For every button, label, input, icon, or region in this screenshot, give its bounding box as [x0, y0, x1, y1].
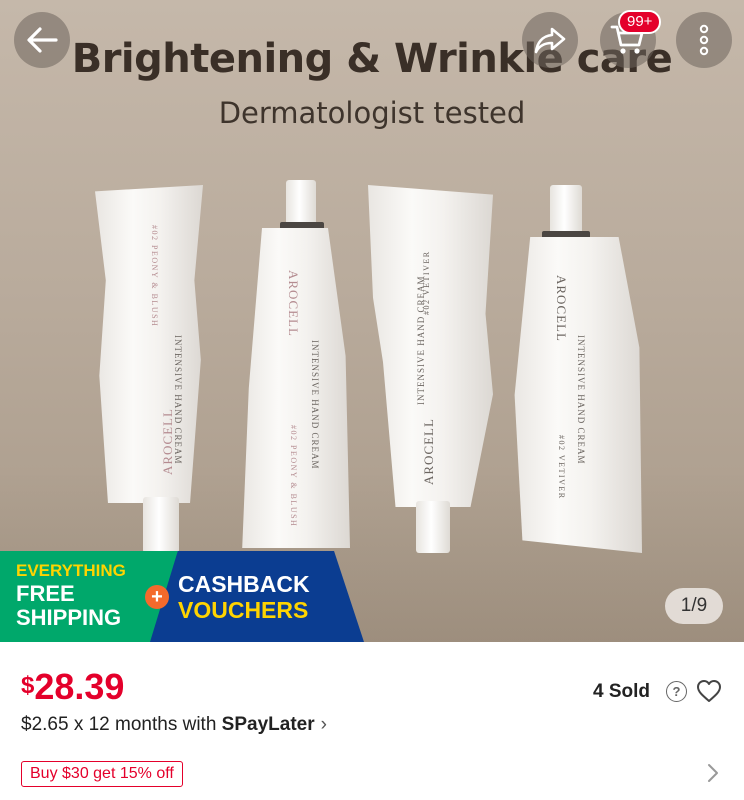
- chevron-right-icon: ›: [320, 714, 327, 735]
- product-tube-2: AROCELL INTENSIVE HAND CREAM #02 PEONY &…: [240, 180, 350, 550]
- price-currency: $: [21, 672, 35, 699]
- product-tube-1: #02 PEONY & BLUSH INTENSIVE HAND CREAM A…: [95, 185, 205, 555]
- image-pager: 1/9: [665, 588, 723, 624]
- tube-3-product: INTENSIVE HAND CREAM: [416, 275, 426, 406]
- promo-everything: EVERYTHING: [16, 561, 126, 580]
- plus-icon: +: [145, 585, 169, 609]
- back-arrow-icon: [27, 27, 58, 53]
- chevron-right-icon[interactable]: [706, 763, 720, 783]
- promo-free: FREE: [16, 581, 75, 606]
- product-tube-4: AROCELL INTENSIVE HAND CREAM #02 VETIVER: [512, 185, 642, 555]
- heart-icon[interactable]: [696, 679, 722, 703]
- promo-shipping: SHIPPING: [16, 605, 122, 630]
- price: $28.39: [21, 666, 124, 708]
- more-options-button[interactable]: [676, 12, 732, 68]
- promo-vouchers: VOUCHERS: [178, 597, 309, 623]
- product-tube-3: #02 VETIVER INTENSIVE HAND CREAM AROCELL: [368, 185, 493, 555]
- share-button[interactable]: [522, 12, 578, 68]
- tube-4-scent: #02 VETIVER: [557, 435, 566, 500]
- back-button[interactable]: [14, 12, 70, 68]
- sold-count: 4 Sold: [593, 681, 651, 702]
- promo-cashback: CASHBACK: [178, 571, 310, 597]
- tube-1-brand: AROCELL: [160, 408, 175, 475]
- price-amount: 28.39: [34, 666, 125, 707]
- tube-4-product: INTENSIVE HAND CREAM: [576, 335, 586, 465]
- spaylater-label: SPayLater: [221, 714, 315, 735]
- installment-text: $2.65 x 12 months with: [21, 714, 222, 735]
- tube-1-scent: #02 PEONY & BLUSH: [150, 225, 159, 328]
- deal-tag[interactable]: Buy $30 get 15% off: [21, 761, 183, 787]
- tube-2-brand: AROCELL: [286, 270, 301, 337]
- hero-subtitle: Dermatologist tested: [218, 96, 526, 130]
- tube-3-brand: AROCELL: [421, 418, 436, 485]
- help-icon[interactable]: ?: [666, 681, 687, 702]
- tube-2-product: INTENSIVE HAND CREAM: [310, 340, 320, 470]
- tube-4-brand: AROCELL: [554, 275, 569, 342]
- tube-2-scent: #02 PEONY & BLUSH: [289, 425, 298, 528]
- product-image-carousel[interactable]: Brightening & Wrinkle care Dermatologist…: [0, 0, 744, 642]
- cart-count-badge: 99+: [618, 10, 662, 34]
- more-vertical-icon: [699, 24, 709, 56]
- installment-row[interactable]: $2.65 x 12 months with SPayLater ›: [21, 714, 327, 736]
- share-icon: [534, 27, 566, 54]
